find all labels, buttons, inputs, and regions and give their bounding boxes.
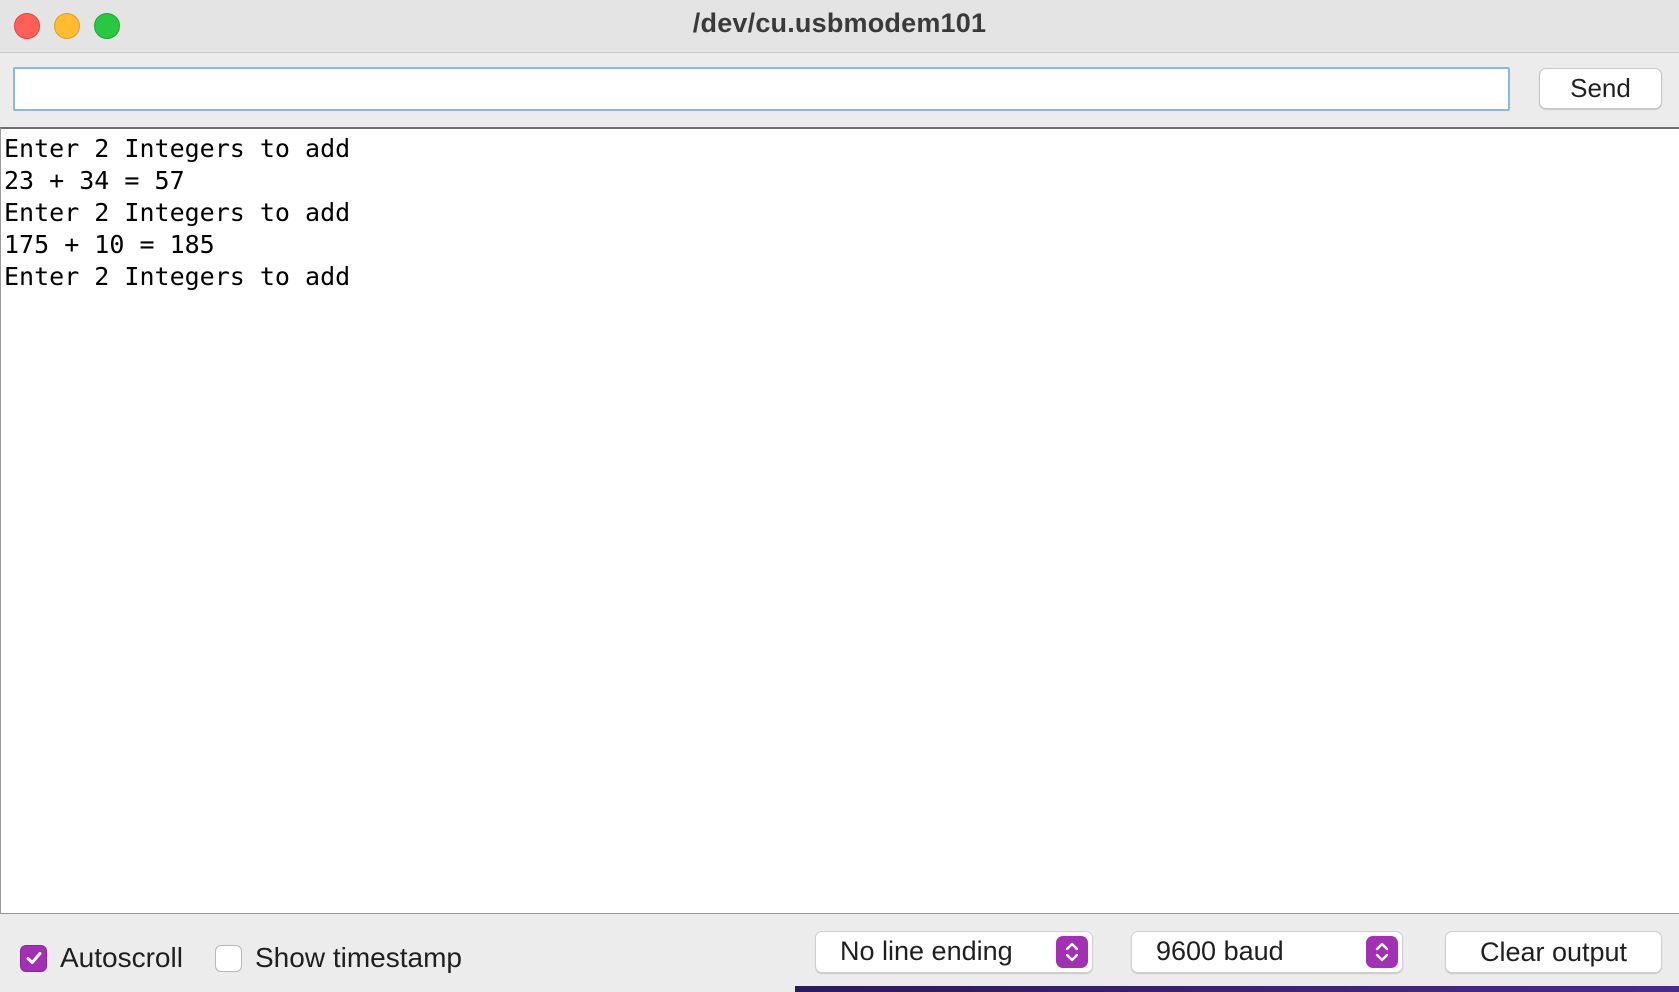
- checkmark-icon: [26, 952, 41, 964]
- show-timestamp-checkbox[interactable]: [215, 944, 242, 972]
- line-ending-select[interactable]: No line ending: [815, 931, 1093, 973]
- baud-rate-value: 9600 baud: [1156, 936, 1284, 966]
- show-timestamp-label: Show timestamp: [255, 942, 462, 973]
- output-line: Enter 2 Integers to add: [4, 134, 351, 163]
- show-timestamp-option[interactable]: Show timestamp: [215, 941, 462, 975]
- output-line: Enter 2 Integers to add: [4, 198, 351, 227]
- output-line: Enter 2 Integers to add: [4, 262, 351, 291]
- output-line: 23 + 34 = 57: [4, 166, 185, 195]
- title-bar[interactable]: /dev/cu.usbmodem101: [0, 0, 1679, 53]
- autoscroll-option[interactable]: Autoscroll: [20, 941, 183, 975]
- baud-rate-select[interactable]: 9600 baud: [1131, 931, 1403, 973]
- autoscroll-checkbox[interactable]: [20, 944, 47, 972]
- serial-output-area[interactable]: Enter 2 Integers to add 23 + 34 = 57 Ent…: [0, 127, 1679, 914]
- line-ending-value: No line ending: [840, 936, 1013, 966]
- up-down-chevron-icon: [1366, 936, 1398, 968]
- bottom-toolbar: Autoscroll Show timestamp No line ending…: [0, 915, 1679, 992]
- serial-send-input[interactable]: [13, 67, 1510, 111]
- desktop-background: [795, 986, 1679, 992]
- send-button[interactable]: Send: [1539, 68, 1662, 109]
- clear-output-button[interactable]: Clear output: [1445, 931, 1662, 973]
- output-line: 175 + 10 = 185: [4, 230, 215, 259]
- serial-monitor-window: /dev/cu.usbmodem101 Send Enter 2 Integer…: [0, 0, 1679, 992]
- autoscroll-label: Autoscroll: [60, 942, 183, 973]
- send-row: Send: [0, 53, 1679, 127]
- window-title: /dev/cu.usbmodem101: [692, 8, 987, 38]
- up-down-chevron-icon: [1056, 936, 1088, 968]
